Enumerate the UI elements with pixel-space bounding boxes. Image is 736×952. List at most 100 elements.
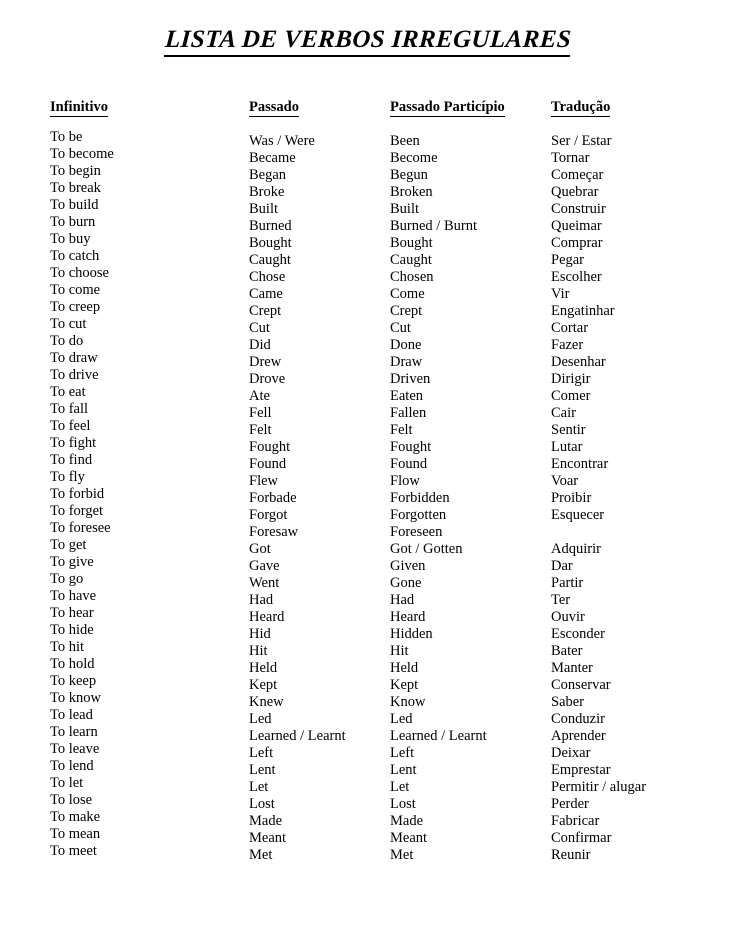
table-cell: To draw (50, 350, 98, 366)
table-cell: To forget (50, 503, 104, 519)
table-cell: Began (249, 167, 287, 183)
table-cell: To meet (50, 843, 97, 859)
table-cell: Fazer (551, 337, 584, 353)
table-cell: Bought (249, 235, 292, 251)
table-cell: To build (50, 197, 99, 213)
table-cell: Left (390, 745, 415, 761)
table-cell: Driven (390, 371, 431, 387)
table-cell: Fabricar (551, 813, 600, 829)
table-cell: Dar (551, 558, 573, 574)
table-cell: To begin (50, 163, 101, 179)
table-cell: To fight (50, 435, 97, 451)
table-cell: To feel (50, 418, 91, 434)
table-cell: To buy (50, 231, 91, 247)
table-cell: Partir (551, 575, 584, 591)
table-cell: Fell (249, 405, 272, 421)
table-cell: Met (249, 847, 273, 863)
table-cell: Flew (249, 473, 278, 489)
table-cell: Forbade (249, 490, 297, 506)
table-cell: Come (390, 286, 425, 302)
column-cells-passado: Was / Were Became Began Broke Built Burned Bou… (249, 133, 387, 864)
table-cell: Conservar (551, 677, 611, 693)
table-cell: Saber (551, 694, 585, 710)
table-cell: Ser / Estar (551, 133, 612, 149)
table-cell: Built (249, 201, 279, 217)
table-cell: To choose (50, 265, 109, 281)
table-cell: Eaten (390, 388, 424, 404)
table-cell: Made (390, 813, 424, 829)
table-cell: Esquecer (551, 507, 605, 523)
table-cell: Drew (249, 354, 282, 370)
table-cell: Comprar (551, 235, 603, 251)
table-cell: Got (249, 541, 271, 557)
table-cell: Heard (390, 609, 426, 625)
table-cell: Encontrar (551, 456, 609, 472)
table-cell: To make (50, 809, 101, 825)
table-cell: To burn (50, 214, 96, 230)
table-cell: Caught (249, 252, 291, 268)
table-cell: Had (390, 592, 415, 608)
table-cell: Lost (249, 796, 275, 812)
table-cell: Comer (551, 388, 591, 404)
table-cell: Confirmar (551, 830, 612, 846)
table-cell: To hide (50, 622, 94, 638)
table-cell: Gave (249, 558, 280, 574)
table-cell: Held (249, 660, 278, 676)
table-cell: Queimar (551, 218, 602, 234)
table-cell: Broke (249, 184, 285, 200)
table-cell: Heard (249, 609, 285, 625)
table-cell: Burned / Burnt (390, 218, 477, 234)
table-cell: Broken (390, 184, 433, 200)
table-cell: Lent (249, 762, 276, 778)
table-cell: Ter (551, 592, 571, 608)
table-cell: Cair (551, 405, 576, 421)
table-cell: Tornar (551, 150, 590, 166)
table-cell: Sentir (551, 422, 586, 438)
table-cell: Crept (249, 303, 282, 319)
table-cell: To hold (50, 656, 95, 672)
table-cell: To fall (50, 401, 89, 417)
table-cell: Know (390, 694, 426, 710)
table-cell: Escolher (551, 269, 602, 285)
table-cell: Made (249, 813, 283, 829)
table-cell: Dirigir (551, 371, 591, 387)
table-cell: Found (249, 456, 287, 472)
table-cell: Foreseen (390, 524, 443, 540)
table-cell: To hear (50, 605, 94, 621)
table-cell: Become (390, 150, 438, 166)
table-cell: Knew (249, 694, 284, 710)
table-cell: Kept (249, 677, 278, 693)
table-cell: To leave (50, 741, 100, 757)
table-cell: Fought (390, 439, 432, 455)
table-cell: Was / Were (249, 133, 315, 149)
table-cell: Begun (390, 167, 428, 183)
table-cell: To cut (50, 316, 87, 332)
table-cell: To do (50, 333, 84, 349)
table-cell: Manter (551, 660, 593, 676)
table-cell: To mean (50, 826, 101, 842)
table-cell: Kept (390, 677, 419, 693)
table-cell: Left (249, 745, 274, 761)
table-cell: Cut (390, 320, 411, 336)
table-cell: Lutar (551, 439, 583, 455)
table-cell: Held (390, 660, 419, 676)
table-cell: Desenhar (551, 354, 606, 370)
table-cell: Proibir (551, 490, 592, 506)
table-cell: To let (50, 775, 84, 791)
table-cell: Meant (249, 830, 287, 846)
table-cell: Felt (390, 422, 413, 438)
table-cell: Been (390, 133, 420, 149)
table-cell: Começar (551, 167, 604, 183)
table-cell: To lose (50, 792, 93, 808)
table-cell: Built (390, 201, 420, 217)
column-cells-passado-participio: Been Become Begun Broken Built Burned / Burnt… (390, 133, 548, 864)
table-cell: To go (50, 571, 84, 587)
table-cell: Hid (249, 626, 271, 642)
table-cell: To eat (50, 384, 86, 400)
table-cell: To lead (50, 707, 93, 723)
table-cell: To creep (50, 299, 101, 315)
table-cell: Caught (390, 252, 432, 268)
table-cell: Lost (390, 796, 416, 812)
column-header-passado: Passado (249, 99, 299, 117)
table-cell: Fallen (390, 405, 427, 421)
